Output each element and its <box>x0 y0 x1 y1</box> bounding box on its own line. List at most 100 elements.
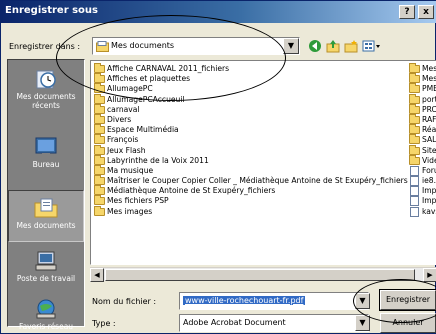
filename-label: Nom du fichier : <box>92 297 157 306</box>
filename-input[interactable]: www-ville-rochechouart-fr.pdf <box>179 292 369 310</box>
folder-icon <box>409 113 420 124</box>
file-name: Mes <box>422 74 436 84</box>
file-name: Foru <box>422 165 436 175</box>
folder-icon <box>94 134 105 145</box>
document-icon <box>410 206 419 217</box>
help-button[interactable]: ? <box>399 5 415 19</box>
file-name: ie8. <box>422 176 436 186</box>
file-name: Affiches et plaquettes <box>107 74 191 84</box>
file-list-item[interactable]: kav: <box>409 206 436 217</box>
horizontal-scrollbar[interactable]: ◀ ▶ <box>90 267 436 282</box>
cancel-button[interactable]: Annuler <box>380 313 436 333</box>
file-list-item[interactable]: Ma musique <box>94 164 394 176</box>
file-name: Maîtriser le Couper Copier Coller _ Médi… <box>107 176 408 186</box>
folder-icon <box>409 134 420 145</box>
place-desktop[interactable]: Bureau <box>8 136 84 169</box>
document-icon <box>410 165 419 176</box>
file-type-value: Adobe Acrobat Document <box>183 318 286 327</box>
file-name: Ma musique <box>107 165 154 175</box>
file-name: AllumagePCAccueuil <box>107 94 185 104</box>
folder-icon <box>409 83 420 94</box>
filename-dropdown-icon[interactable]: ▼ <box>355 293 370 309</box>
my-computer-icon <box>33 250 59 272</box>
file-list-item[interactable]: Divers <box>94 113 394 125</box>
file-name: port <box>422 94 436 104</box>
title-bar: Enregistrer sous ? x <box>1 1 436 23</box>
file-column-2: MesMesPMEportPRCRAFRéaSALSiteVidéForuie8… <box>409 63 436 217</box>
scroll-left-icon[interactable]: ◀ <box>90 268 104 282</box>
type-label: Type : <box>92 319 116 328</box>
folder-icon <box>409 103 420 114</box>
folder-icon <box>94 144 105 155</box>
file-list-item[interactable]: carnaval <box>94 103 394 115</box>
file-list-item[interactable]: Médiathèque Antoine de St Exupéry_fichie… <box>94 185 394 196</box>
file-name: PRC <box>422 104 436 114</box>
file-list-item[interactable]: Affiche CARNAVAL 2011_fichiers <box>94 63 394 74</box>
file-list[interactable]: Affiche CARNAVAL 2011_fichiers Affiches e… <box>90 60 436 265</box>
file-list-item[interactable]: AllumagePC <box>94 83 394 94</box>
folder-icon <box>409 93 420 104</box>
place-network[interactable]: Favoris réseau <box>8 298 84 331</box>
file-list-item[interactable]: ie8. <box>409 176 436 187</box>
file-list-item[interactable]: Imp <box>409 186 436 197</box>
dialog-title: Enregistrer sous <box>5 5 99 16</box>
folder-icon <box>409 124 420 135</box>
file-list-item[interactable]: Foru <box>409 165 436 176</box>
folder-icon <box>94 205 105 216</box>
file-name: carnaval <box>107 104 140 114</box>
document-icon <box>410 176 419 187</box>
file-column-1: Affiche CARNAVAL 2011_fichiers Affiches e… <box>94 63 408 217</box>
desktop-icon <box>33 136 59 158</box>
document-icon <box>410 186 419 197</box>
file-name: Mes fichiers PSP <box>107 196 169 206</box>
file-list-item[interactable]: Jeux Flash <box>94 144 394 156</box>
place-label: Poste de travail <box>16 274 76 283</box>
place-recent-documents[interactable]: Mes documents récents <box>8 68 84 110</box>
file-list-item[interactable]: Espace Multimédia <box>94 124 394 135</box>
save-as-dialog: Enregistrer sous ? x Enregistrer dans : … <box>0 0 436 334</box>
recent-documents-icon <box>33 68 59 90</box>
scroll-right-icon[interactable]: ▶ <box>423 268 436 282</box>
file-name: Imp <box>422 196 436 206</box>
file-list-item[interactable]: Labyrinthe de la Voix 2011 <box>94 154 394 166</box>
place-my-documents[interactable]: Mes documents <box>8 190 84 242</box>
save-in-dropdown[interactable]: Mes documents ▼ <box>92 37 300 55</box>
save-in-label: Enregistrer dans : <box>9 42 81 51</box>
place-label: Mes documents <box>16 221 76 230</box>
back-icon[interactable] <box>307 39 323 53</box>
folder-icon <box>409 144 420 155</box>
file-list-item[interactable]: Imp <box>409 196 436 207</box>
file-name: Site <box>422 145 436 155</box>
file-list-item[interactable]: François <box>94 134 394 145</box>
folder-icon <box>94 113 105 124</box>
new-folder-icon[interactable] <box>343 39 359 53</box>
network-places-icon <box>33 298 59 320</box>
folder-icon <box>94 93 105 104</box>
place-my-computer[interactable]: Poste de travail <box>8 250 84 283</box>
folder-icon <box>94 175 105 186</box>
file-list-item[interactable]: Vidé <box>409 154 436 166</box>
file-list-item[interactable]: Affiches et plaquettes <box>94 73 394 84</box>
file-name: Jeux Flash <box>107 145 146 155</box>
view-menu-icon[interactable] <box>361 39 383 53</box>
file-list-item[interactable]: AllumagePCAccueuil <box>94 93 394 105</box>
folder-icon <box>94 83 105 94</box>
place-label: Favoris réseau <box>18 322 74 331</box>
file-name: Mes images <box>107 206 153 216</box>
file-name: Espace Multimédia <box>107 125 179 135</box>
close-button[interactable]: x <box>418 5 434 19</box>
my-documents-folder-icon <box>96 41 109 54</box>
file-list-item[interactable]: Mes images <box>94 205 394 217</box>
file-type-dropdown-icon[interactable]: ▼ <box>355 315 370 331</box>
file-type-select[interactable]: Adobe Acrobat Document <box>179 314 369 332</box>
file-list-item[interactable]: Mes fichiers PSP <box>94 195 394 206</box>
save-button[interactable]: Enregistrer <box>379 289 436 311</box>
folder-icon <box>94 185 105 196</box>
folder-icon <box>94 124 105 135</box>
up-folder-icon[interactable] <box>325 39 341 53</box>
chevron-down-icon[interactable]: ▼ <box>283 38 299 54</box>
file-list-item[interactable]: Maîtriser le Couper Copier Coller _ Médi… <box>94 175 408 186</box>
scrollbar-thumb[interactable] <box>105 269 415 281</box>
file-name: Mes <box>422 64 436 73</box>
file-name: Labyrinthe de la Voix 2011 <box>107 155 209 165</box>
